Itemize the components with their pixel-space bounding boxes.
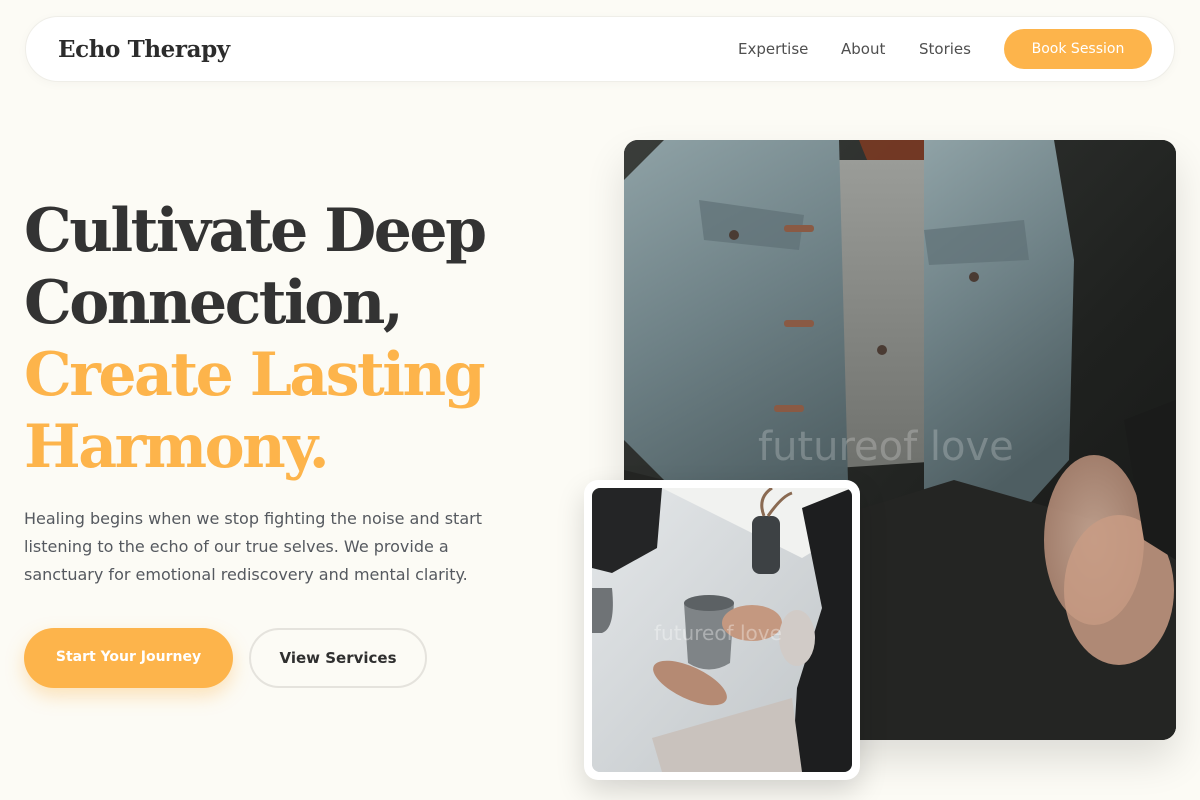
- hero-secondary-image: futureof love: [592, 488, 852, 772]
- navbar: Echo Therapy Expertise About Stories Boo…: [25, 16, 1175, 82]
- headline-line-1: Cultivate Deep: [24, 196, 487, 266]
- lead-line-3: sanctuary for emotional rediscovery and …: [24, 565, 468, 584]
- nav-link-about[interactable]: About: [841, 17, 885, 81]
- secondary-image-watermark: futureof love: [654, 621, 782, 645]
- hero-description: Healing begins when we stop fighting the…: [24, 505, 514, 589]
- headline-accent-line-1: Create Lasting: [24, 340, 486, 410]
- hero-secondary-image-card: futureof love: [584, 480, 860, 780]
- main-image-watermark: futureof love: [758, 424, 1014, 470]
- nav-link-stories[interactable]: Stories: [919, 17, 971, 81]
- nav-link-expertise[interactable]: Expertise: [738, 17, 808, 81]
- book-session-button[interactable]: Book Session: [1004, 29, 1152, 69]
- brand-logo[interactable]: Echo Therapy: [58, 17, 230, 83]
- secondary-photo-illustration: futureof love: [592, 488, 852, 772]
- lead-line-2: listening to the echo of our true selves…: [24, 537, 449, 556]
- headline-line-2: Connection,: [24, 268, 404, 338]
- headline-accent-line-2: Harmony.: [24, 412, 330, 482]
- lead-line-1: Healing begins when we stop fighting the…: [24, 509, 482, 528]
- view-services-button[interactable]: View Services: [249, 628, 427, 688]
- start-journey-button[interactable]: Start Your Journey: [24, 628, 233, 688]
- hero-headline: Cultivate Deep Connection, Create Lastin…: [24, 195, 584, 483]
